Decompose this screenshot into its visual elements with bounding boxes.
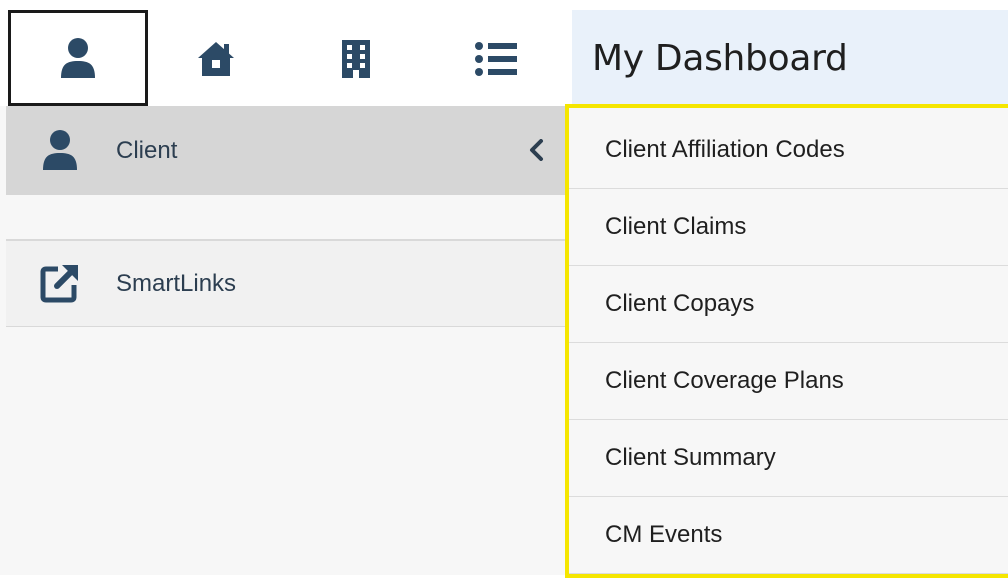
submenu-item-label: CM Events (605, 521, 723, 548)
user-icon (38, 128, 82, 172)
home-nav-button[interactable] (148, 12, 284, 106)
building-nav-button[interactable] (288, 12, 424, 106)
submenu-item-label: Client Summary (605, 444, 776, 471)
sidebar-item-smartlinks[interactable]: SmartLinks (6, 240, 568, 327)
home-icon (196, 40, 236, 78)
submenu-item-client-summary[interactable]: Client Summary (569, 420, 1008, 497)
sidebar-item-label: Client (116, 137, 178, 164)
list-icon (474, 41, 518, 77)
list-nav-button[interactable] (428, 12, 564, 106)
user-icon (58, 36, 98, 80)
submenu-item-cm-events[interactable]: CM Events (569, 497, 1008, 574)
top-toolbar: My Dashboard (0, 0, 1008, 106)
external-link-icon (38, 261, 82, 305)
submenu-item-label: Client Affiliation Codes (605, 136, 845, 163)
page-title: My Dashboard (592, 37, 848, 79)
submenu-item-label: Client Coverage Plans (605, 367, 844, 394)
sidebar: Client SmartLinks (0, 106, 568, 575)
building-icon (341, 39, 371, 79)
client-submenu: Client Affiliation Codes Client Claims C… (565, 104, 1008, 578)
submenu-item-client-coverage-plans[interactable]: Client Coverage Plans (569, 343, 1008, 420)
submenu-item-client-copays[interactable]: Client Copays (569, 266, 1008, 343)
sidebar-item-client[interactable]: Client (6, 106, 568, 195)
submenu-item-label: Client Copays (605, 290, 755, 317)
chevron-left-icon[interactable] (522, 136, 550, 164)
submenu-item-client-affiliation-codes[interactable]: Client Affiliation Codes (569, 112, 1008, 189)
submenu-item-client-claims[interactable]: Client Claims (569, 189, 1008, 266)
user-nav-button[interactable] (8, 10, 148, 106)
submenu-item-label: Client Claims (605, 213, 747, 240)
page-title-bar: My Dashboard (572, 10, 1008, 106)
sidebar-item-label: SmartLinks (116, 270, 237, 297)
